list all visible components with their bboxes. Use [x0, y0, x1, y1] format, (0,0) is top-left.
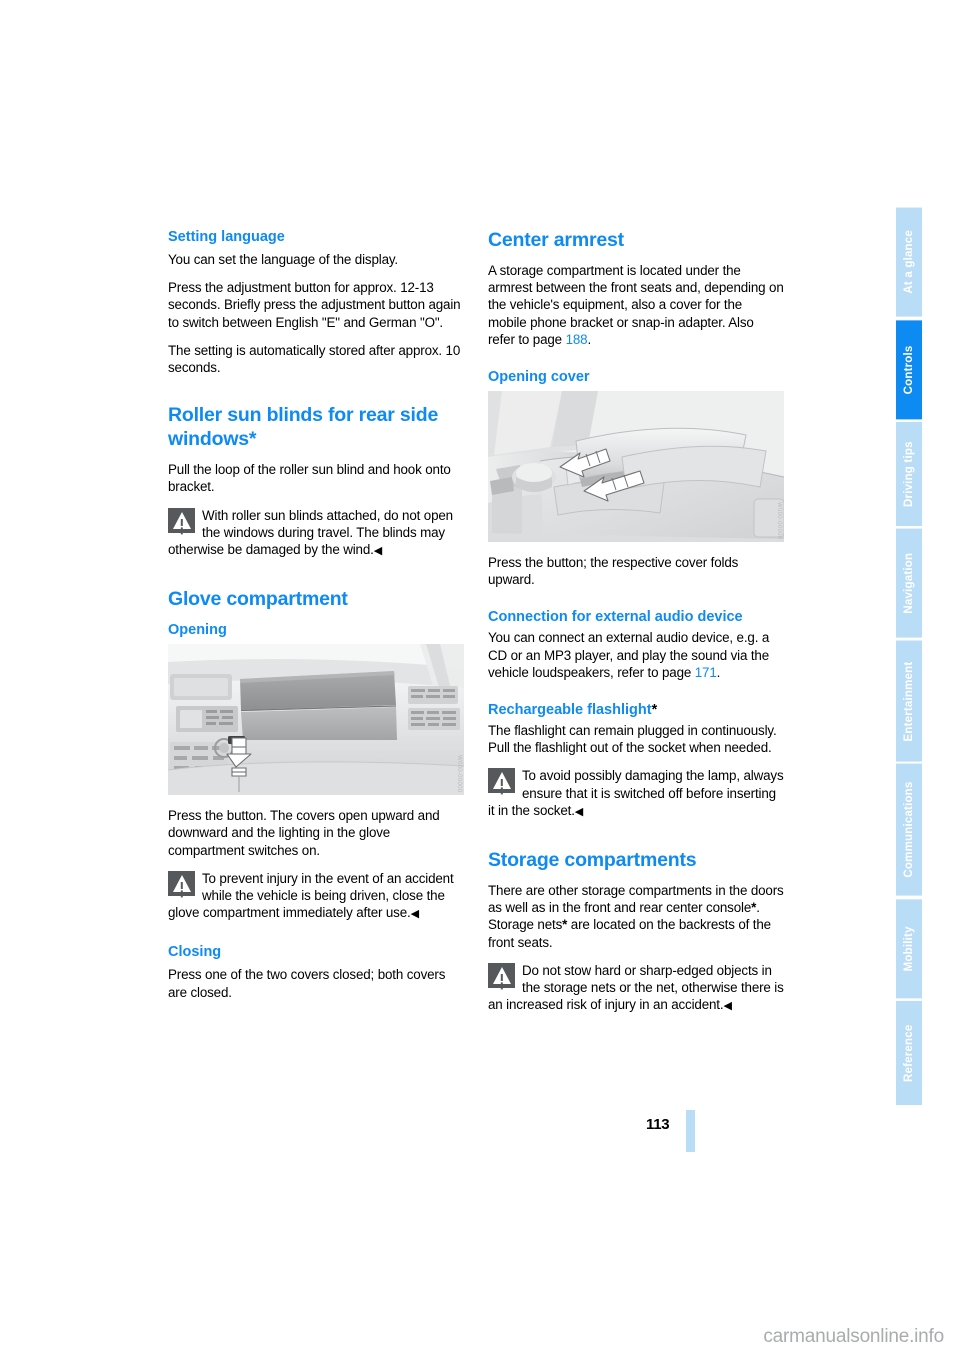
heading-external-audio: Connection for external audio device: [488, 609, 743, 626]
paragraph-language-storage: The setting is automatically stored afte…: [168, 342, 461, 376]
heading-rechargeable-flashlight: Rechargeable flashlight*: [488, 701, 784, 720]
armrest-text-a: A storage compartment is located under t…: [488, 263, 784, 347]
paragraph-armrest-press-button: Press the button; the respective cover f…: [488, 555, 739, 588]
heading-opening-cover: Opening cover: [488, 369, 590, 386]
sidebar-tab-navigation[interactable]: Navigation: [896, 528, 922, 638]
heading-glove-closing: Closing: [168, 944, 222, 961]
armrest-text-b: .: [587, 331, 592, 347]
paragraph-language-instructions: Press the adjustment button for approx. …: [168, 280, 461, 330]
page-reference-188[interactable]: 188: [566, 332, 588, 347]
sidebar-tab-entertainment[interactable]: Entertainment: [896, 640, 922, 762]
center-armrest-illustration: [488, 391, 784, 543]
warning-text: To avoid possibly damaging the lamp, alw…: [488, 768, 784, 818]
audio-text-a: You can connect an external audio device…: [488, 630, 770, 680]
sidebar-tab-label: Navigation: [903, 552, 915, 614]
figure-center-armrest: W000-00000: [488, 391, 784, 543]
storage-text-a: There are other storage compartments in …: [488, 883, 784, 916]
heading-glove-opening: Opening: [168, 622, 227, 639]
end-of-warning-marker: ◀: [410, 908, 419, 921]
page-number: 113: [646, 1116, 670, 1133]
sidebar-tab-at-a-glance[interactable]: At a glance: [896, 208, 922, 317]
warning-text: With roller sun blinds attached, do not …: [168, 507, 453, 558]
sidebar-tab-communications[interactable]: Communications: [896, 764, 922, 896]
warning-glove-compartment: To prevent injury in the event of an acc…: [168, 870, 464, 924]
sidebar-tab-label: Reference: [903, 1024, 915, 1082]
figure-watermark: W000-00000: [456, 754, 462, 793]
heading-storage-compartments: Storage compartments: [488, 849, 697, 872]
paragraph-language-intro: You can set the language of the display.: [168, 252, 399, 267]
paragraph-storage-nets: Storage nets* are located on the backres…: [488, 916, 784, 950]
end-of-warning-marker: ◀: [723, 1000, 732, 1013]
heading-glove-compartment: Glove compartment: [168, 588, 348, 611]
sidebar-tab-driving-tips[interactable]: Driving tips: [896, 421, 922, 526]
page-number-bar: [686, 1110, 695, 1152]
paragraph-armrest-description: A storage compartment is located under t…: [488, 262, 784, 348]
figure-glove-compartment: W000-00000: [168, 644, 464, 796]
paragraph-external-audio: You can connect an external audio device…: [488, 629, 784, 681]
nets-text-a: Storage nets: [488, 917, 563, 933]
warning-triangle-icon: [488, 962, 515, 988]
sidebar-tab-controls[interactable]: Controls: [896, 319, 922, 419]
heading-setting-language: Setting language: [168, 229, 285, 245]
warning-flashlight: To avoid possibly damaging the lamp, alw…: [488, 767, 784, 821]
figure-watermark: W000-00000: [776, 501, 782, 540]
sidebar-tab-label: Entertainment: [903, 660, 915, 741]
warning-triangle-icon: [488, 768, 515, 794]
sidebar-tab-label: Driving tips: [903, 441, 915, 507]
warning-text: Do not stow hard or sharp-edged objects …: [488, 962, 784, 1013]
paragraph-glove-closing: Press one of the two covers closed; both…: [168, 967, 446, 1000]
page-footer: 113: [0, 1108, 960, 1168]
manual-page: At a glance Controls Driving tips Naviga…: [0, 0, 960, 1358]
heading-center-armrest: Center armrest: [488, 229, 624, 251]
warning-sun-blinds: With roller sun blinds attached, do not …: [168, 507, 464, 561]
flashlight-heading-text: Rechargeable flashlight: [488, 702, 652, 719]
sidebar-tab-label: Mobility: [903, 925, 915, 971]
paragraph-flashlight: The flashlight can remain plugged in con…: [488, 723, 777, 756]
sidebar-tab-mobility[interactable]: Mobility: [896, 898, 922, 998]
optional-equipment-asterisk: *: [651, 702, 658, 719]
end-of-warning-marker: ◀: [574, 805, 583, 818]
section-tab-sidebar: At a glance Controls Driving tips Naviga…: [896, 208, 922, 1108]
sidebar-tab-reference[interactable]: Reference: [896, 1001, 922, 1105]
sidebar-tab-label: At a glance: [903, 230, 915, 295]
audio-text-b: .: [716, 664, 721, 680]
paragraph-sun-blind-usage: Pull the loop of the roller sun blind an…: [168, 462, 451, 495]
warning-storage-nets: Do not stow hard or sharp-edged objects …: [488, 962, 784, 1016]
warning-triangle-icon: [168, 870, 195, 896]
heading-roller-sun-blinds: Roller sun blinds for rear side windows*: [168, 404, 439, 451]
glove-compartment-illustration: [168, 644, 464, 796]
warning-triangle-icon: [168, 507, 195, 533]
left-content-column: Setting language You can set the languag…: [168, 228, 464, 1012]
paragraph-glove-press-button: Press the button. The covers open upward…: [168, 808, 440, 858]
page-reference-171[interactable]: 171: [695, 665, 717, 680]
site-watermark: carmanualsonline.info: [763, 1326, 944, 1347]
paragraph-storage-locations: There are other storage compartments in …: [488, 882, 784, 916]
storage-text-b: .: [756, 900, 760, 916]
sidebar-tab-label: Communications: [903, 781, 915, 878]
end-of-warning-marker: ◀: [373, 545, 382, 558]
right-content-column: Center armrest A storage compartment is …: [488, 228, 784, 1026]
sidebar-tab-label: Controls: [903, 344, 915, 394]
